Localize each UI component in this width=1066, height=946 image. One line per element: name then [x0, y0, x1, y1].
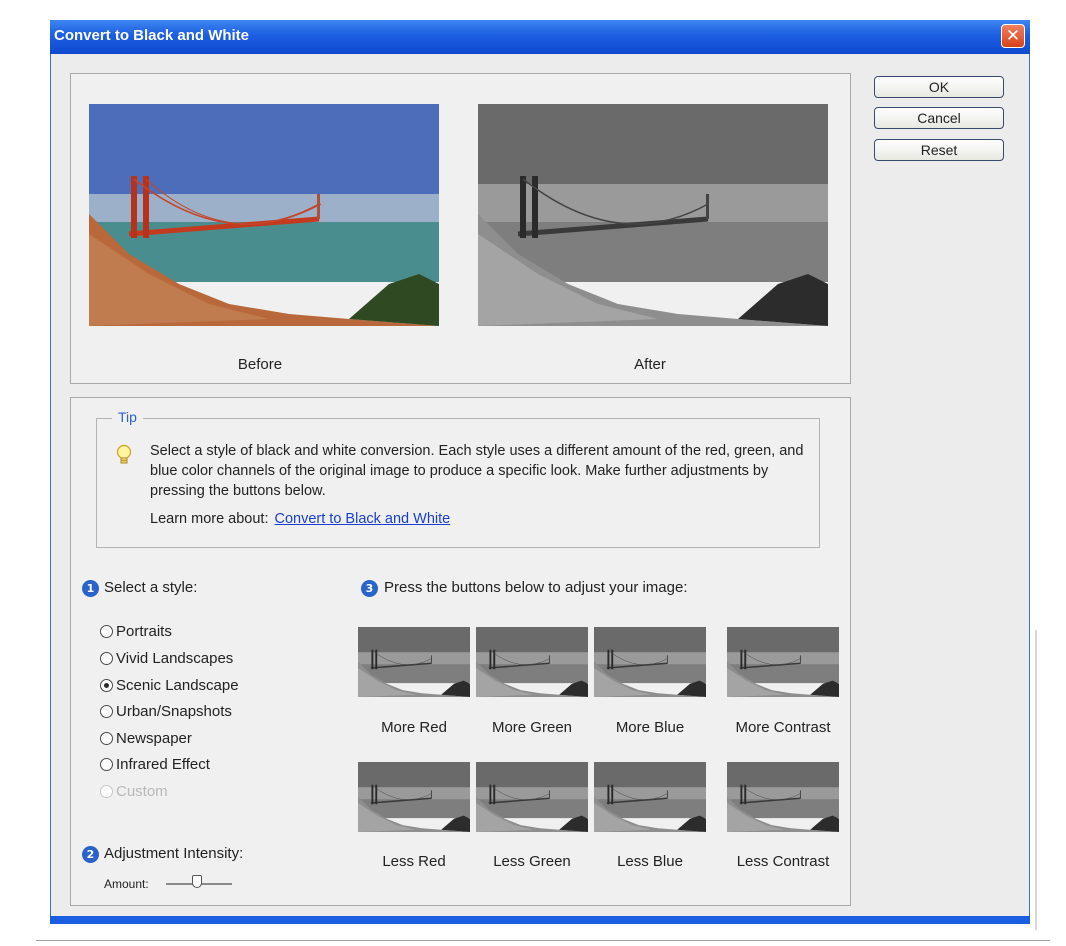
- style-option-label: Portraits: [116, 622, 172, 640]
- less-green-label[interactable]: Less Green: [472, 853, 592, 870]
- less-contrast-thumbnail[interactable]: [727, 762, 839, 832]
- style-option-newspaper[interactable]: Newspaper: [100, 727, 192, 749]
- divider: [36, 940, 1050, 941]
- amount-label: Amount:: [104, 877, 149, 891]
- reset-button[interactable]: Reset: [874, 139, 1004, 161]
- more-red-label[interactable]: More Red: [354, 719, 474, 736]
- less-red-label[interactable]: Less Red: [354, 853, 474, 870]
- more-red-thumbnail[interactable]: [358, 627, 470, 697]
- dialog-bottom-border: [50, 916, 1030, 924]
- radio-button[interactable]: [100, 678, 113, 692]
- step-1-label: Select a style:: [104, 579, 198, 596]
- style-option-label: Custom: [116, 782, 168, 800]
- radio-button[interactable]: [100, 731, 113, 745]
- learn-more-prefix: Learn more about:: [150, 511, 269, 527]
- radio-button[interactable]: [100, 624, 113, 638]
- step-2-label: Adjustment Intensity:: [104, 845, 244, 862]
- style-option-label: Vivid Landscapes: [116, 649, 234, 667]
- learn-more-row: Learn more about: Convert to Black and Wh…: [150, 511, 450, 527]
- less-blue-thumbnail[interactable]: [594, 762, 706, 832]
- before-image: [89, 104, 439, 326]
- after-image: [478, 104, 828, 326]
- more-green-thumbnail[interactable]: [476, 627, 588, 697]
- less-green-thumbnail[interactable]: [476, 762, 588, 832]
- more-blue-label[interactable]: More Blue: [590, 719, 710, 736]
- more-contrast-label[interactable]: More Contrast: [723, 719, 843, 736]
- style-option-vivid-landscapes[interactable]: Vivid Landscapes: [100, 647, 233, 669]
- tip-text: Select a style of black and white conver…: [150, 443, 804, 499]
- tip-label: Tip: [112, 409, 143, 425]
- lightbulb-icon: [116, 444, 132, 468]
- style-option-label: Newspaper: [116, 729, 192, 747]
- style-option-label: Scenic Landscape: [116, 676, 239, 694]
- style-option-scenic-landscape[interactable]: Scenic Landscape: [100, 674, 239, 696]
- less-contrast-label[interactable]: Less Contrast: [723, 853, 843, 870]
- less-red-thumbnail[interactable]: [358, 762, 470, 832]
- after-label: After: [634, 356, 666, 373]
- step-3-label: Press the buttons below to adjust your i…: [384, 579, 688, 596]
- amount-slider-thumb[interactable]: [192, 875, 202, 888]
- style-option-label: Urban/Snapshots: [116, 702, 232, 720]
- style-option-portraits[interactable]: Portraits: [100, 620, 172, 642]
- more-contrast-thumbnail[interactable]: [727, 627, 839, 697]
- radio-button: [100, 784, 113, 798]
- step-2-badge: 2: [82, 846, 99, 863]
- more-blue-thumbnail[interactable]: [594, 627, 706, 697]
- close-icon[interactable]: ✕: [1001, 24, 1025, 48]
- style-option-custom: Custom: [100, 780, 168, 802]
- step-1-badge: 1: [82, 580, 99, 597]
- learn-more-link[interactable]: Convert to Black and White: [275, 511, 451, 527]
- ok-button[interactable]: OK: [874, 76, 1004, 98]
- cancel-button[interactable]: Cancel: [874, 107, 1004, 129]
- before-label: Before: [237, 356, 283, 373]
- radio-button[interactable]: [100, 651, 113, 665]
- style-option-label: Infrared Effect: [116, 755, 210, 773]
- style-option-urban-snapshots[interactable]: Urban/Snapshots: [100, 700, 232, 722]
- radio-button[interactable]: [100, 757, 113, 771]
- step-3-badge: 3: [361, 580, 378, 597]
- radio-button[interactable]: [100, 704, 113, 718]
- less-blue-label[interactable]: Less Blue: [590, 853, 710, 870]
- more-green-label[interactable]: More Green: [472, 719, 592, 736]
- dialog-title: Convert to Black and White: [54, 27, 250, 44]
- divider: [1035, 630, 1037, 930]
- style-option-infrared-effect[interactable]: Infrared Effect: [100, 753, 210, 775]
